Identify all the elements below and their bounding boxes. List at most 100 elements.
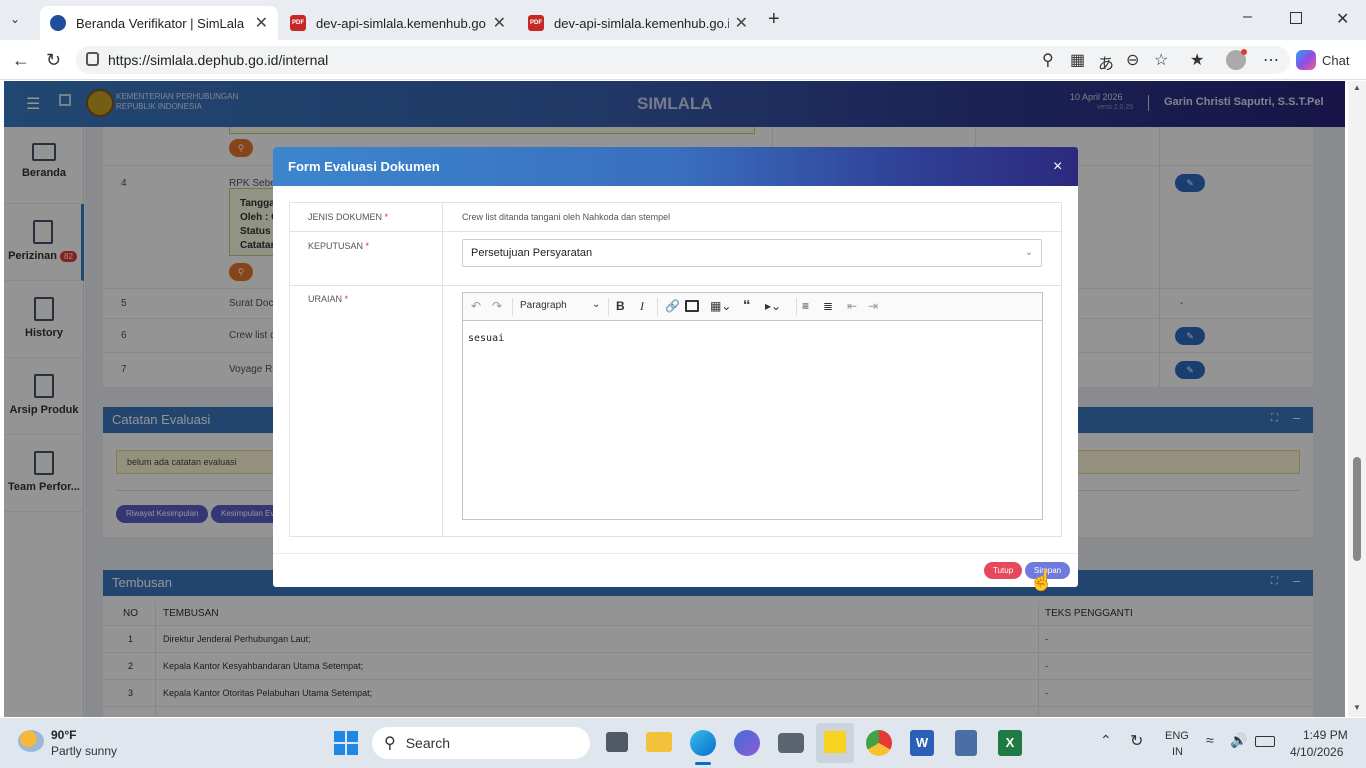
copilot-icon <box>1296 50 1316 70</box>
minimize-icon[interactable]: – <box>1243 8 1252 26</box>
profile-status-dot-icon <box>1241 49 1247 55</box>
tab-title: Beranda Verifikator | SimLala <box>76 15 245 31</box>
translate-icon[interactable]: あ <box>1098 50 1114 74</box>
editor-toolbar: ↶ ↷ Paragraph ⌄ B I 🔗 ▦⌄ “ ▸⌄ ≡ ≣ ⇤ ⇥ <box>463 293 1042 321</box>
bulleted-list-icon[interactable]: ≡ <box>802 299 809 313</box>
search-placeholder: Search <box>405 735 451 751</box>
word-icon[interactable]: W <box>910 730 934 756</box>
outdent-icon[interactable]: ⇤ <box>847 299 857 313</box>
weather-description: Partly sunny <box>51 744 118 758</box>
site-info-icon[interactable] <box>86 52 99 66</box>
indent-icon[interactable]: ⇥ <box>868 299 878 313</box>
clock-date: 4/10/2026 <box>1290 745 1344 759</box>
sticky-notes-app-icon <box>824 731 846 753</box>
taskbar-search-box[interactable]: ⚲ Search <box>372 727 590 759</box>
app-icon[interactable] <box>734 730 760 756</box>
heading-dropdown[interactable]: Paragraph ⌄ <box>520 299 601 311</box>
rich-text-editor: ↶ ↷ Paragraph ⌄ B I 🔗 ▦⌄ “ ▸⌄ ≡ ≣ ⇤ ⇥ se… <box>462 292 1043 520</box>
tab-pdf-1[interactable]: PDF dev-api-simlala.kemenhub.go.id/api ✕ <box>280 6 516 40</box>
excel-icon[interactable]: X <box>998 730 1022 756</box>
required-mark: * <box>384 212 389 222</box>
blockquote-icon[interactable]: “ <box>743 297 751 314</box>
language-line1[interactable]: ENG <box>1165 730 1189 742</box>
chevron-down-icon: ⌄ <box>592 299 601 310</box>
tab-beranda[interactable]: Beranda Verifikator | SimLala ✕ <box>40 6 278 40</box>
more-menu-icon[interactable]: ⋯ <box>1263 50 1279 70</box>
bold-icon[interactable]: B <box>616 299 625 313</box>
pdf-icon: PDF <box>528 15 544 31</box>
numbered-list-icon[interactable]: ≣ <box>823 299 833 313</box>
file-explorer-icon[interactable] <box>646 732 672 752</box>
volume-icon[interactable]: 🔊 <box>1230 732 1247 749</box>
tab-pdf-2[interactable]: PDF dev-api-simlala.kemenhub.go.id/api ✕ <box>518 6 758 40</box>
favorites-icon[interactable]: ★ <box>1190 50 1204 70</box>
chat-label: Chat <box>1322 52 1350 68</box>
apps-icon[interactable]: ▦ <box>1070 50 1085 70</box>
table-icon[interactable]: ▦⌄ <box>710 299 731 313</box>
keputusan-select[interactable]: Persetujuan Persyaratan ⌄ <box>462 239 1042 267</box>
weather-temperature[interactable]: 90°F <box>51 728 76 742</box>
close-tab-icon[interactable]: ✕ <box>255 13 268 33</box>
form-column-divider <box>442 203 443 536</box>
uraian-label: URAIAN * <box>308 294 348 304</box>
scrollbar-thumb[interactable] <box>1353 457 1361 561</box>
keputusan-label: KEPUTUSAN * <box>308 241 369 251</box>
weather-icon[interactable] <box>18 730 44 752</box>
toolbar-separator <box>512 298 513 316</box>
scroll-down-icon[interactable]: ▼ <box>1353 703 1361 712</box>
windows-taskbar: 90°F Partly sunny ⚲ Search W X ⌃ ↻ ENG I… <box>0 718 1366 768</box>
browser-tab-bar: ⌄ Beranda Verifikator | SimLala ✕ PDF de… <box>0 0 1366 40</box>
battery-icon[interactable] <box>1255 736 1275 747</box>
modal-close-icon[interactable]: × <box>1053 158 1062 176</box>
zoom-icon[interactable]: ⊖ <box>1126 50 1139 70</box>
scroll-up-icon[interactable]: ▲ <box>1353 83 1361 92</box>
uraian-label-text: URAIAN <box>308 294 343 304</box>
italic-icon[interactable]: I <box>640 299 644 314</box>
copilot-chat-button[interactable]: Chat <box>1296 49 1349 71</box>
calculator-icon[interactable] <box>955 730 977 756</box>
keputusan-selected-value: Persetujuan Persyaratan <box>471 247 593 259</box>
heading-value: Paragraph <box>520 300 567 311</box>
back-icon[interactable]: ← <box>12 50 30 71</box>
key-icon[interactable]: ⚲ <box>1042 50 1054 70</box>
show-hidden-icons-icon[interactable]: ⌃ <box>1100 732 1112 749</box>
reload-icon[interactable]: ↻ <box>46 50 61 71</box>
tab-title: dev-api-simlala.kemenhub.go.id/api <box>316 15 487 31</box>
chevron-down-icon: ⌄ <box>1024 247 1033 258</box>
page-scrollbar[interactable]: ▲ ▼ <box>1348 81 1366 717</box>
redo-icon[interactable]: ↷ <box>492 299 502 313</box>
hand-cursor-icon: ☝ <box>1029 570 1054 592</box>
tab-actions-chevron-icon[interactable]: ⌄ <box>10 12 20 26</box>
active-app-indicator <box>695 762 711 765</box>
required-mark: * <box>344 294 349 304</box>
chrome-icon[interactable] <box>866 730 892 756</box>
form-row-divider <box>290 231 1061 232</box>
restore-icon[interactable] <box>1290 12 1302 24</box>
wifi-icon[interactable]: ≈ <box>1206 732 1214 748</box>
close-window-icon[interactable]: ✕ <box>1336 9 1349 29</box>
camera-icon[interactable] <box>778 733 804 753</box>
pdf-icon: PDF <box>290 15 306 31</box>
jenis-label-text: JENIS DOKUMEN <box>308 212 383 222</box>
jenis-dokumen-label: JENIS DOKUMEN * <box>308 212 388 222</box>
insert-image-icon[interactable] <box>685 300 699 312</box>
edge-browser-icon[interactable] <box>690 730 716 756</box>
close-tab-icon[interactable]: ✕ <box>493 13 506 33</box>
new-tab-icon[interactable]: + <box>768 8 780 31</box>
link-icon[interactable]: 🔗 <box>665 299 680 313</box>
task-view-icon[interactable] <box>606 732 628 752</box>
undo-icon[interactable]: ↶ <box>471 299 481 313</box>
editor-content-area[interactable]: sesuai <box>468 333 504 344</box>
simlala-favicon-icon <box>50 15 66 31</box>
favorite-star-icon[interactable]: ☆ <box>1154 50 1168 70</box>
url-text: https://simlala.dephub.go.id/internal <box>108 52 329 68</box>
start-windows-icon[interactable] <box>334 731 358 755</box>
language-line2: IN <box>1172 746 1183 758</box>
toolbar-separator <box>608 298 609 316</box>
sync-icon[interactable]: ↻ <box>1130 731 1143 751</box>
media-embed-icon[interactable]: ▸⌄ <box>765 299 781 313</box>
tutup-button[interactable]: Tutup <box>984 562 1023 579</box>
clock-time[interactable]: 1:49 PM <box>1303 728 1348 742</box>
jenis-dokumen-value: Crew list ditanda tangani oleh Nahkoda d… <box>462 212 671 222</box>
close-tab-icon[interactable]: ✕ <box>735 13 748 33</box>
